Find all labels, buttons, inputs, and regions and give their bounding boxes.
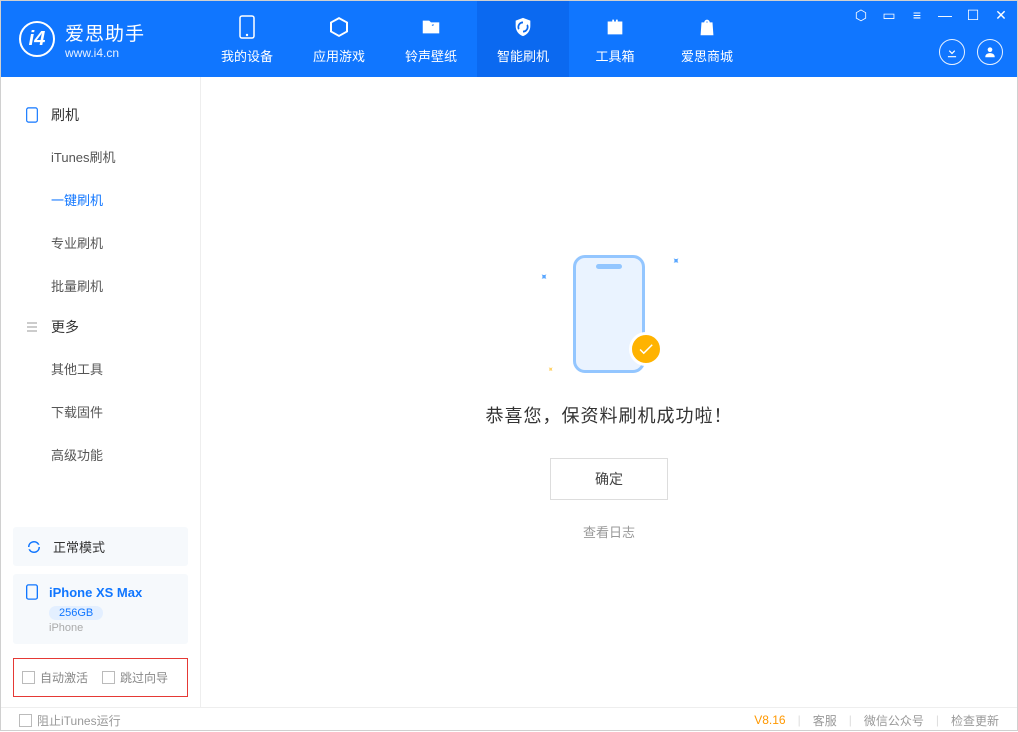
footer-link-kefu[interactable]: 客服	[813, 712, 837, 729]
phone-icon	[239, 14, 255, 40]
title-bar: i4 爱思助手 www.i4.cn 我的设备 应用游戏 铃声壁纸 智能刷机 工具…	[1, 1, 1017, 77]
checkbox-block-itunes[interactable]: 阻止iTunes运行	[19, 712, 121, 729]
music-folder-icon	[420, 14, 442, 40]
close-button[interactable]: ✕	[993, 7, 1009, 24]
sync-icon	[25, 538, 43, 556]
app-logo: i4 爱思助手 www.i4.cn	[1, 1, 201, 77]
window-controls: ⬡ ▭ ≡ — ☐ ✕	[853, 7, 1009, 24]
app-url: www.i4.cn	[65, 46, 145, 60]
tab-store[interactable]: 爱思商城	[661, 1, 753, 77]
user-icon[interactable]	[977, 39, 1003, 65]
footer-bar: 阻止iTunes运行 V8.16 | 客服 | 微信公众号 | 检查更新	[1, 707, 1017, 732]
device-mode-panel[interactable]: 正常模式	[13, 527, 188, 566]
cube-icon	[327, 14, 351, 40]
version-label[interactable]: V8.16	[754, 713, 785, 727]
sparkle-icon: ✦	[536, 270, 550, 284]
sidebar-item-batch-flash[interactable]: 批量刷机	[1, 264, 200, 307]
header-actions	[939, 39, 1003, 65]
sidebar: 刷机 iTunes刷机 一键刷机 专业刷机 批量刷机 更多 其他工具 下载固件 …	[1, 77, 201, 707]
sidebar-group-flash: 刷机	[1, 95, 200, 135]
tab-toolbox[interactable]: 工具箱	[569, 1, 661, 77]
footer-link-wechat[interactable]: 微信公众号	[864, 712, 924, 729]
list-icon	[25, 320, 41, 334]
briefcase-icon	[604, 14, 626, 40]
notebook-icon[interactable]: ▭	[881, 7, 897, 24]
maximize-button[interactable]: ☐	[965, 7, 981, 24]
tab-smart-flash[interactable]: 智能刷机	[477, 1, 569, 77]
checkbox-auto-activate[interactable]: 自动激活	[22, 669, 88, 686]
flash-options-highlight: 自动激活 跳过向导	[13, 658, 188, 697]
ok-button[interactable]: 确定	[550, 458, 668, 500]
main-content: ✦ ✦ ✦ 恭喜您，保资料刷机成功啦！ 确定 查看日志	[201, 77, 1017, 707]
phone-outline-icon	[25, 107, 41, 123]
sidebar-item-other-tools[interactable]: 其他工具	[1, 347, 200, 390]
shirt-icon[interactable]: ⬡	[853, 7, 869, 24]
download-icon[interactable]	[939, 39, 965, 65]
sidebar-group-more: 更多	[1, 307, 200, 347]
sidebar-item-download-firmware[interactable]: 下载固件	[1, 390, 200, 433]
device-panel[interactable]: iPhone XS Max 256GB iPhone	[13, 574, 188, 644]
menu-icon[interactable]: ≡	[909, 7, 925, 24]
device-type: iPhone	[49, 622, 176, 634]
device-name: iPhone XS Max	[49, 585, 142, 600]
logo-icon: i4	[19, 21, 55, 57]
sidebar-item-onekey-flash[interactable]: 一键刷机	[1, 178, 200, 221]
app-name: 爱思助手	[65, 19, 145, 46]
main-tabs: 我的设备 应用游戏 铃声壁纸 智能刷机 工具箱 爱思商城	[201, 1, 753, 77]
phone-small-icon	[25, 584, 41, 600]
tab-apps-games[interactable]: 应用游戏	[293, 1, 385, 77]
view-log-link[interactable]: 查看日志	[583, 522, 635, 541]
shield-sync-icon	[512, 14, 534, 40]
sparkle-icon: ✦	[545, 363, 556, 374]
sparkle-icon: ✦	[668, 254, 682, 268]
checkmark-badge-icon	[629, 332, 663, 366]
footer-link-update[interactable]: 检查更新	[951, 712, 999, 729]
shopping-bag-icon	[696, 14, 718, 40]
sidebar-item-pro-flash[interactable]: 专业刷机	[1, 221, 200, 264]
device-capacity: 256GB	[49, 606, 103, 620]
success-illustration: ✦ ✦ ✦	[529, 244, 689, 384]
tab-my-device[interactable]: 我的设备	[201, 1, 293, 77]
sidebar-item-itunes-flash[interactable]: iTunes刷机	[1, 135, 200, 178]
tab-ringtones[interactable]: 铃声壁纸	[385, 1, 477, 77]
sidebar-item-advanced[interactable]: 高级功能	[1, 433, 200, 476]
checkbox-skip-guide[interactable]: 跳过向导	[102, 669, 168, 686]
minimize-button[interactable]: —	[937, 7, 953, 24]
success-message: 恭喜您，保资料刷机成功啦！	[486, 402, 733, 428]
